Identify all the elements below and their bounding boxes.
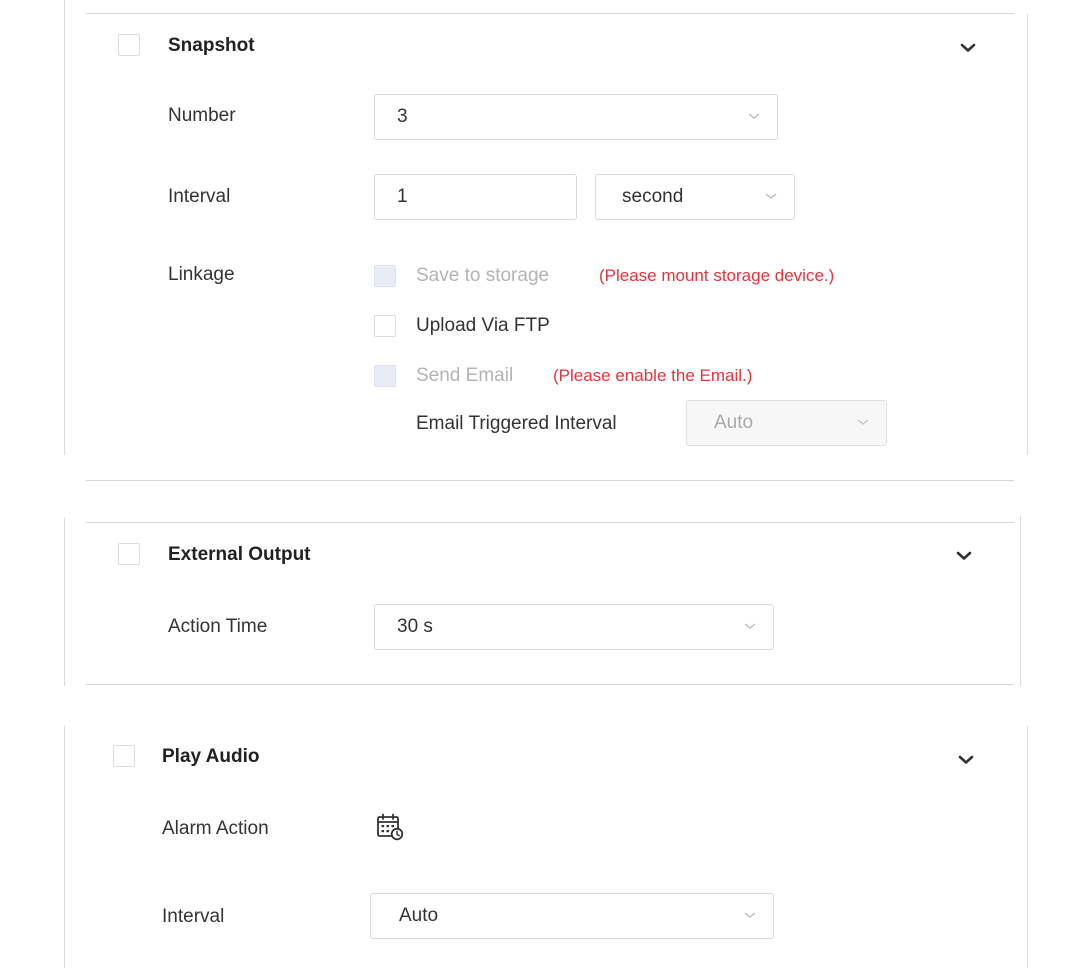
panel-top-divider	[86, 522, 1014, 523]
audio-interval-value: Auto	[399, 905, 439, 926]
number-select[interactable]: 3	[374, 94, 778, 140]
interval-label: Interval	[162, 906, 225, 927]
email-warning: (Please enable the Email.)	[553, 366, 753, 385]
save-to-storage-checkbox[interactable]	[374, 265, 396, 287]
upload-ftp-label: Upload Via FTP	[416, 315, 550, 336]
external-output-enable-checkbox[interactable]	[118, 543, 140, 565]
send-email-label: Send Email	[416, 365, 514, 386]
panel-right-border	[1020, 516, 1021, 686]
chevron-down-icon	[748, 113, 760, 119]
linkage-label: Linkage	[168, 264, 235, 285]
panel-left-border	[64, 518, 65, 686]
panel-bottom-divider	[86, 684, 1014, 685]
send-email-checkbox[interactable]	[374, 365, 396, 387]
email-triggered-interval-label: Email Triggered Interval	[416, 413, 617, 434]
snapshot-title: Snapshot	[168, 35, 255, 56]
panel-left-border	[64, 726, 65, 968]
action-time-label: Action Time	[168, 616, 268, 637]
interval-label: Interval	[168, 186, 231, 207]
panel-right-border	[1027, 14, 1028, 455]
chevron-down-icon	[765, 193, 777, 199]
panel-top-divider	[86, 13, 1014, 14]
panel-bottom-divider	[86, 480, 1014, 481]
interval-unit-select[interactable]: second	[595, 174, 795, 220]
action-time-value: 30 s	[397, 616, 433, 637]
email-interval-select[interactable]: Auto	[686, 400, 887, 446]
panel-right-border	[1027, 726, 1028, 968]
alarm-action-label: Alarm Action	[162, 818, 269, 839]
number-select-value: 3	[397, 106, 408, 127]
storage-warning: (Please mount storage device.)	[599, 266, 835, 285]
chevron-down-icon[interactable]	[956, 36, 980, 60]
external-output-title: External Output	[168, 544, 311, 565]
action-time-select[interactable]: 30 s	[374, 604, 774, 650]
interval-input-value: 1	[397, 186, 408, 207]
interval-input[interactable]: 1	[374, 174, 577, 220]
chevron-down-icon	[744, 912, 756, 918]
snapshot-enable-checkbox[interactable]	[118, 34, 140, 56]
audio-interval-select[interactable]: Auto	[370, 893, 774, 939]
play-audio-enable-checkbox[interactable]	[113, 745, 135, 767]
chevron-down-icon[interactable]	[954, 748, 978, 772]
interval-unit-value: second	[622, 186, 684, 207]
calendar-schedule-icon[interactable]	[375, 812, 405, 842]
panel-left-border	[64, 0, 65, 455]
email-interval-value: Auto	[714, 412, 754, 433]
play-audio-title: Play Audio	[162, 746, 260, 767]
chevron-down-icon	[744, 623, 756, 629]
number-label: Number	[168, 105, 236, 126]
save-to-storage-label: Save to storage	[416, 265, 550, 286]
chevron-down-icon[interactable]	[952, 544, 976, 568]
upload-ftp-checkbox[interactable]	[374, 315, 396, 337]
chevron-down-icon	[857, 419, 869, 425]
